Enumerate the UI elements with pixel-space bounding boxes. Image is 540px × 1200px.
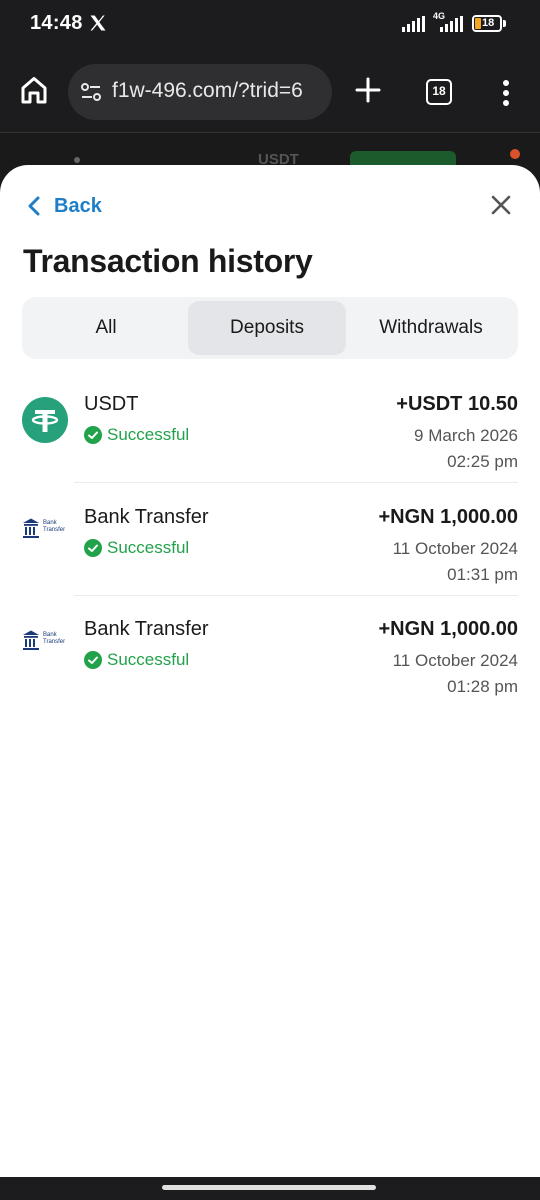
transaction-amount: +NGN 1,000.00: [378, 506, 518, 528]
status-text: Successful: [107, 538, 190, 557]
back-button[interactable]: Back: [28, 191, 102, 221]
back-label: Back: [54, 194, 102, 217]
url-text: f1w-496.com/?trid=6: [112, 79, 303, 102]
status-badge: Successful: [84, 425, 189, 445]
tab-switcher-button[interactable]: 18: [426, 79, 452, 105]
check-circle-icon: [84, 539, 102, 557]
chevron-left-icon: [28, 196, 40, 216]
signal-icon-2: [440, 16, 463, 32]
browser-toolbar: f1w-496.com/?trid=6 18: [0, 58, 540, 128]
check-circle-icon: [84, 651, 102, 669]
transaction-amount: +NGN 1,000.00: [378, 618, 518, 640]
transaction-amount: +USDT 10.50: [396, 393, 518, 415]
bank-transfer-icon: Bank Transfer: [22, 629, 70, 653]
tab-all[interactable]: All: [26, 301, 186, 355]
status-badge: Successful: [84, 538, 189, 558]
status-text: Successful: [107, 425, 190, 444]
transaction-name: USDT: [84, 393, 139, 415]
more-menu-icon[interactable]: [494, 78, 518, 108]
new-tab-icon[interactable]: [354, 76, 382, 104]
check-circle-icon: [84, 426, 102, 444]
filter-tabs: All Deposits Withdrawals: [22, 297, 518, 359]
home-icon[interactable]: [18, 74, 50, 106]
status-badge: Successful: [84, 650, 189, 670]
address-bar[interactable]: f1w-496.com/?trid=6: [68, 64, 332, 120]
page-title: Transaction history: [23, 243, 313, 279]
transaction-name: Bank Transfer: [84, 506, 209, 528]
x-app-icon: [90, 15, 106, 31]
navigation-bar: [0, 1177, 540, 1200]
status-text: Successful: [107, 650, 190, 669]
bank-logo-text-1: Bank: [43, 632, 57, 638]
transaction-row[interactable]: USDT Successful +USDT 10.50 9 March 2026…: [0, 371, 540, 483]
bank-logo-text-1: Bank: [43, 520, 57, 526]
signal-icon: [402, 16, 425, 32]
notification-dot: [510, 149, 520, 159]
transaction-time: 01:28 pm: [447, 677, 518, 696]
gesture-handle[interactable]: [162, 1185, 376, 1190]
bank-transfer-icon: Bank Transfer: [22, 517, 70, 541]
close-icon[interactable]: [490, 194, 512, 216]
bank-logo-text-2: Transfer: [43, 527, 66, 533]
transaction-name: Bank Transfer: [84, 618, 209, 640]
transaction-row[interactable]: Bank Transfer Bank Transfer Successful +N…: [0, 596, 540, 708]
bank-logo-text-2: Transfer: [43, 639, 66, 645]
status-bar: 14:48 4G 18: [0, 0, 540, 48]
tab-withdrawals[interactable]: Withdrawals: [348, 301, 514, 355]
site-settings-icon[interactable]: [80, 81, 102, 103]
transaction-date: 9 March 2026: [414, 426, 518, 445]
transaction-date: 11 October 2024: [392, 651, 518, 670]
transaction-time: 02:25 pm: [447, 452, 518, 471]
transaction-history-sheet: Back Transaction history All Deposits Wi…: [0, 165, 540, 1177]
transaction-row[interactable]: Bank Transfer Bank Transfer Successful +N…: [0, 484, 540, 596]
transaction-time: 01:31 pm: [447, 565, 518, 584]
battery-icon: 18: [472, 15, 502, 32]
divider: [74, 482, 518, 483]
tab-deposits[interactable]: Deposits: [188, 301, 346, 355]
usdt-icon: [22, 397, 68, 443]
transaction-date: 11 October 2024: [392, 539, 518, 558]
battery-level: 18: [482, 17, 495, 29]
status-time: 14:48: [30, 12, 83, 34]
